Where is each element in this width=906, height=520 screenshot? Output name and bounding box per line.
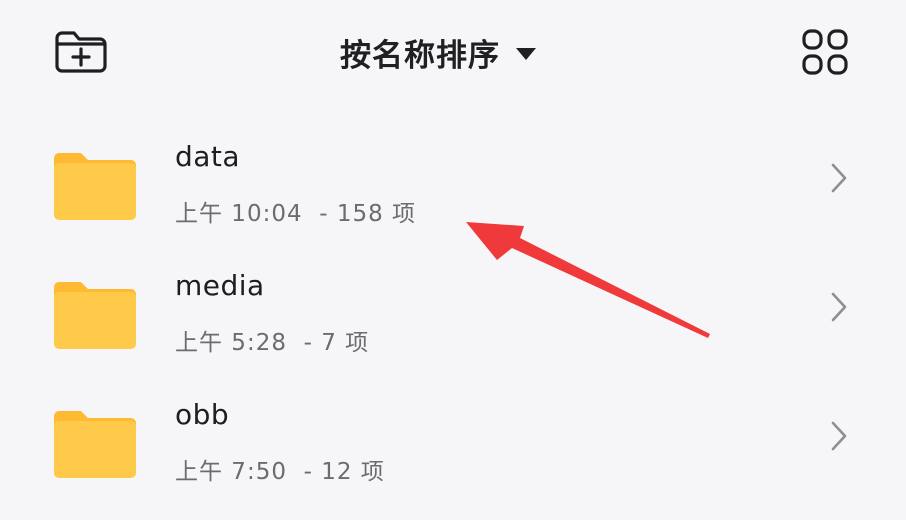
folder-item-count: 7 项 [321,330,370,356]
chevron-right-icon [831,421,847,451]
caret-down-icon [516,48,536,60]
folder-name: media [175,269,265,302]
folder-list: data 上午 10:04 - 158 项 media 上午 5:28 - 7 … [0,118,906,505]
folder-meta: 上午 7:50 - 12 项 [175,459,385,485]
folder-name: obb [175,398,230,431]
folder-time: 上午 10:04 [175,201,303,227]
folder-meta: 上午 5:28 - 7 项 [175,330,370,356]
folder-meta: 上午 10:04 - 158 项 [175,201,417,227]
folder-icon [54,282,136,349]
folder-row-obb[interactable]: obb 上午 7:50 - 12 项 [0,376,906,505]
chevron-right-icon [831,163,847,193]
folder-row-data[interactable]: data 上午 10:04 - 158 项 [0,118,906,247]
top-toolbar: 按名称排序 [0,0,906,110]
new-folder-button[interactable] [50,26,112,78]
folder-name: data [175,140,241,173]
grid-view-icon [802,29,848,75]
folder-time: 上午 7:50 [175,459,287,485]
folder-plus-icon [55,31,107,73]
sort-dropdown[interactable]: 按名称排序 [340,28,536,76]
folder-icon [54,153,136,220]
grid-view-button[interactable] [796,24,854,80]
folder-item-count: 158 项 [336,201,417,227]
folder-icon [54,411,136,478]
file-manager-screen: 按名称排序 data 上午 10:04 - 158 项 media 上午 5:2… [0,0,906,520]
folder-row-media[interactable]: media 上午 5:28 - 7 项 [0,247,906,376]
folder-item-count: 12 项 [321,459,385,485]
folder-time: 上午 5:28 [175,330,287,356]
chevron-right-icon [831,292,847,322]
sort-label: 按名称排序 [340,37,500,74]
